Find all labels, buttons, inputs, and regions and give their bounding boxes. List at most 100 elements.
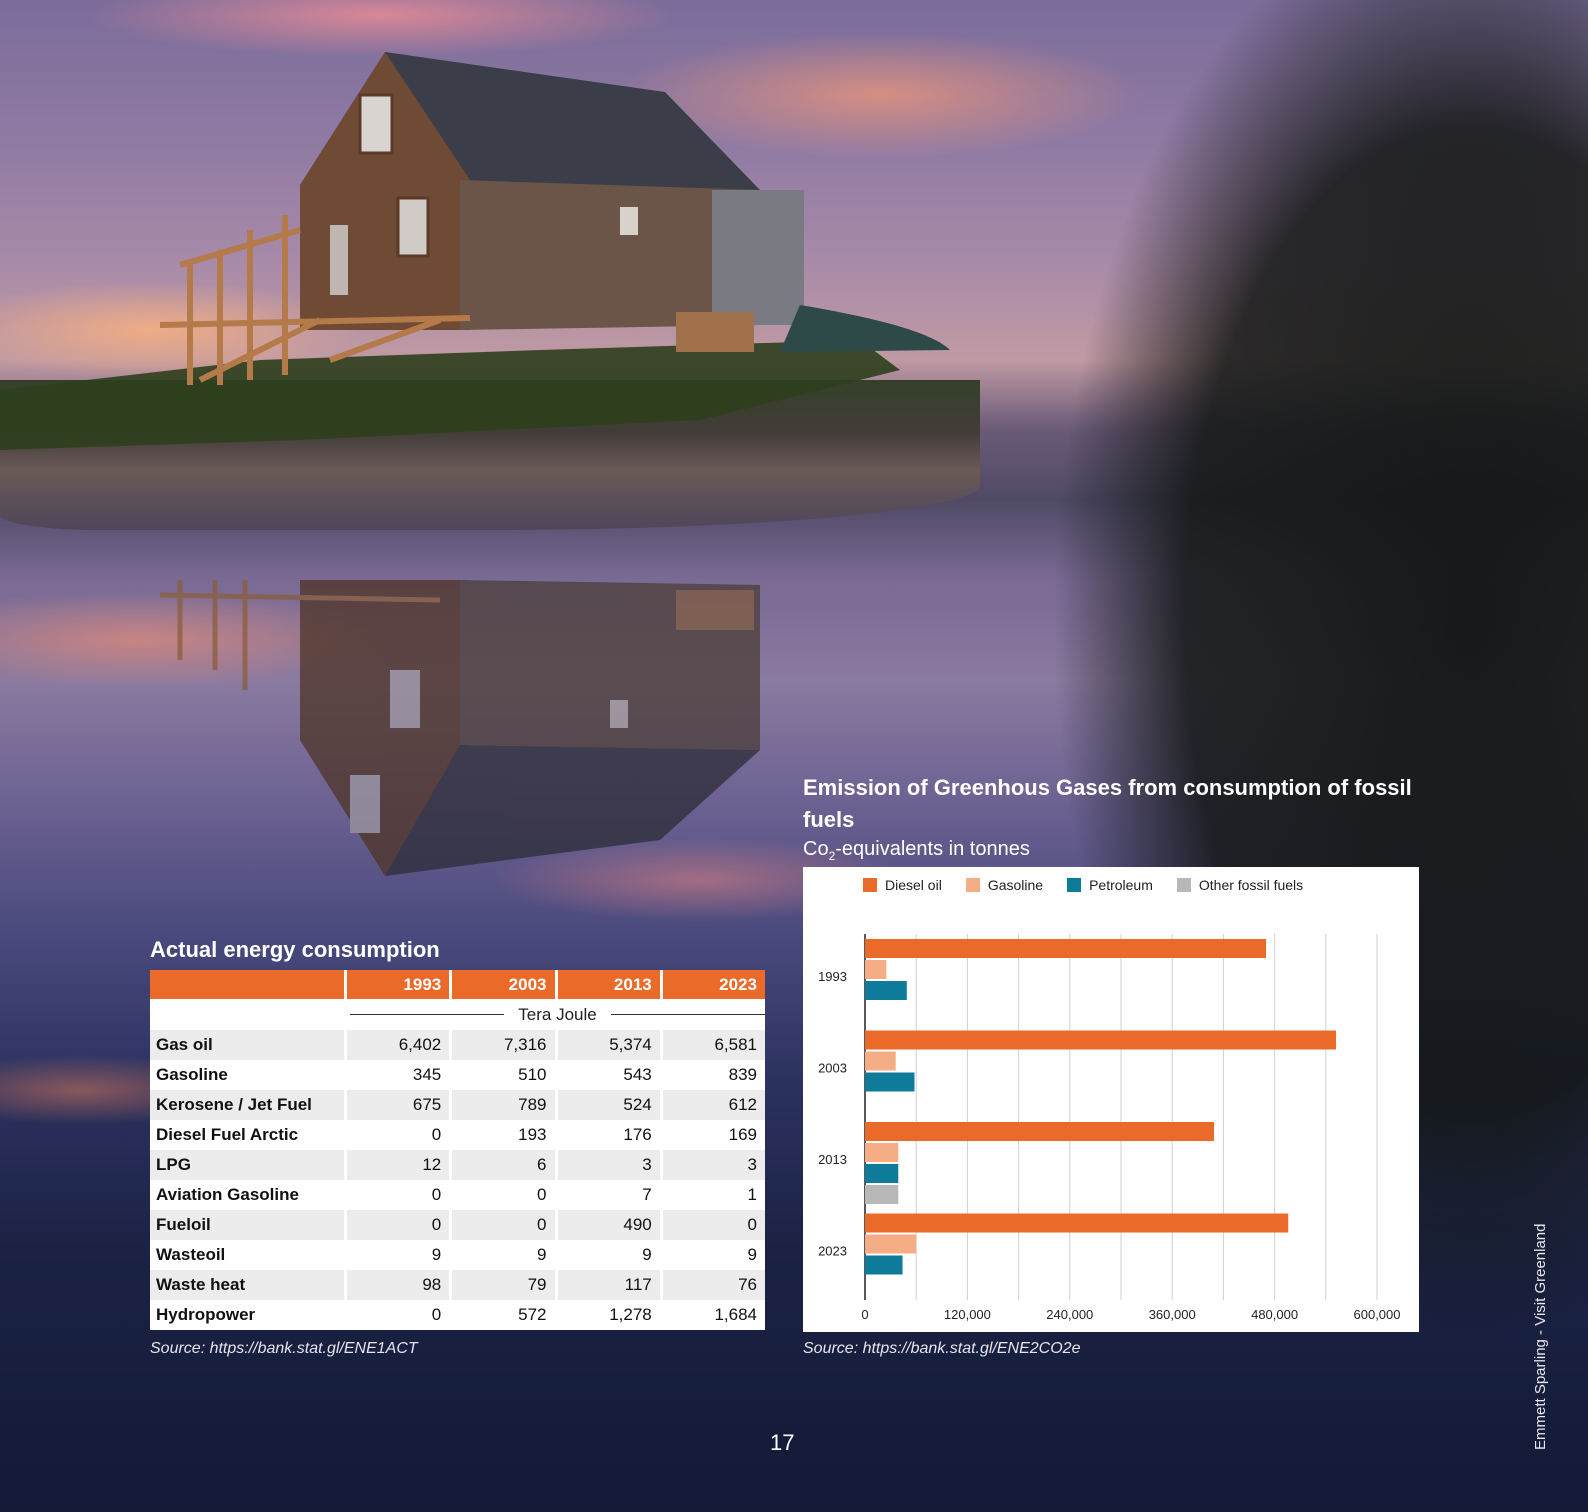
header-empty [150,970,344,999]
table-cell: 572 [449,1300,554,1330]
unit-label: Tera Joule [518,1004,597,1024]
bar-gasoline [865,1234,917,1254]
table-source: Source: https://bank.stat.gl/ENE1ACT [150,1340,418,1357]
table-cell: 98 [344,1270,450,1300]
table-title: Actual energy consumption [150,937,440,962]
table-row: Wasteoil 9 9 9 9 [150,1240,765,1270]
bar-gasoline [865,1143,899,1162]
table-cell: 1,278 [554,1300,660,1330]
unit-rule-right [610,1014,765,1015]
bar-gasoline [865,1051,896,1071]
row-label: Waste heat [150,1270,344,1300]
table-row: Aviation Gasoline 0 0 7 1 [150,1180,765,1210]
unit-row: Tera Joule [150,999,765,1030]
table-row: Gas oil 6,402 7,316 5,374 6,581 [150,1030,765,1060]
x-tick-label: 240,000 [1046,1307,1093,1322]
table-row: Diesel Fuel Arctic 0 193 176 169 [150,1120,765,1150]
bar-petroleum [865,1164,899,1183]
bar-gasoline [865,960,887,979]
table-row: LPG 12 6 3 3 [150,1150,765,1180]
chart-subtitle: Co2-equivalents in tonnes [803,838,1030,863]
x-tick-label: 480,000 [1251,1307,1298,1322]
table-cell: 789 [449,1090,555,1120]
table-cell: 3 [659,1150,765,1180]
table-cell: 0 [449,1180,554,1210]
table-cell: 0 [344,1300,449,1330]
table-cell: 193 [449,1120,554,1150]
table-header-row: 1993 2003 2013 2023 [150,970,765,999]
table-cell: 612 [659,1090,765,1120]
unit-cell: Tera Joule [344,999,765,1030]
table-cell: 524 [554,1090,660,1120]
bar-other-fossil-fuels [865,1185,899,1204]
bar-diesel-oil [865,1030,1337,1050]
table-cell: 839 [659,1060,765,1090]
table-cell: 0 [449,1210,555,1240]
table-cell: 9 [344,1240,449,1270]
header-year: 1993 [344,970,450,999]
table-cell: 1,684 [659,1300,765,1330]
bar-petroleum [865,981,907,1000]
emissions-chart: 0 120,000 240,000 360,000 480,000 600,000 1993… [818,934,1401,1322]
table-cell: 0 [344,1180,449,1210]
category-label: 2023 [818,1244,847,1259]
table-cell: 9 [554,1240,660,1270]
header-year: 2023 [659,970,765,999]
bar-diesel-oil [865,939,1267,958]
table-cell: 675 [344,1090,450,1120]
energy-table: 1993 2003 2013 2023 Tera Joule Gas oil 6,… [150,970,765,1330]
table-cell: 6,581 [659,1030,765,1060]
table-cell: 7,316 [449,1030,555,1060]
table-cell: 7 [554,1180,660,1210]
chart-panel: Diesel oil Gasoline Petroleum Other foss… [803,867,1419,1332]
bar-petroleum [865,1255,903,1275]
table-cell: 117 [554,1270,660,1300]
table-row: Kerosene / Jet Fuel 675 789 524 612 [150,1090,765,1120]
table-cell: 5,374 [554,1030,660,1060]
table-row: Hydropower 0 572 1,278 1,684 [150,1300,765,1330]
row-label: Gasoline [156,1065,228,1084]
category-label: 2003 [818,1061,847,1076]
page-number: 17 [770,1430,795,1455]
table-cell: 510 [449,1060,554,1090]
subtitle-suffix: -equivalents in tonnes [835,838,1030,860]
row-label: Diesel Fuel Arctic [156,1125,299,1144]
table-cell: 9 [659,1240,765,1270]
x-tick-label: 0 [861,1307,868,1322]
x-tick-label: 600,000 [1354,1307,1401,1322]
header-year: 2003 [449,970,555,999]
row-label: Wasteoil [156,1245,226,1264]
table-cell: 345 [344,1060,449,1090]
subtitle-prefix: Co [803,838,829,860]
row-label: Kerosene / Jet Fuel [150,1090,344,1120]
header-year: 2013 [554,970,660,999]
table-cell: 6,402 [344,1030,450,1060]
x-tick-label: 360,000 [1149,1307,1196,1322]
row-label: Gas oil [150,1030,344,1060]
row-label: Fueloil [150,1210,344,1240]
chart-title: Emission of Greenhous Gases from consump… [803,775,1412,832]
energy-table-panel: 1993 2003 2013 2023 Tera Joule Gas oil 6,… [150,970,765,1330]
table-cell: 76 [659,1270,765,1300]
table-row: Gasoline 345 510 543 839 [150,1060,765,1090]
table-cell: 169 [659,1120,765,1150]
table-cell: 12 [344,1150,450,1180]
row-label: LPG [150,1150,344,1180]
table-cell: 1 [659,1180,765,1210]
unit-rule-left [350,1014,505,1015]
table-cell: 490 [554,1210,660,1240]
table-cell: 543 [554,1060,660,1090]
category-label: 2013 [818,1152,847,1167]
chart-source: Source: https://bank.stat.gl/ENE2CO2e [803,1340,1081,1357]
bar-diesel-oil [865,1213,1289,1233]
table-cell: 79 [449,1270,555,1300]
row-label: Hydropower [156,1305,256,1324]
category-label: 1993 [818,969,847,984]
bar-diesel-oil [865,1122,1215,1141]
table-cell: 6 [449,1150,555,1180]
unit-spacer [150,999,344,1030]
x-tick-label: 120,000 [944,1307,991,1322]
table-cell: 9 [449,1240,554,1270]
table-row: Waste heat 98 79 117 76 [150,1270,765,1300]
table-cell: 3 [554,1150,660,1180]
